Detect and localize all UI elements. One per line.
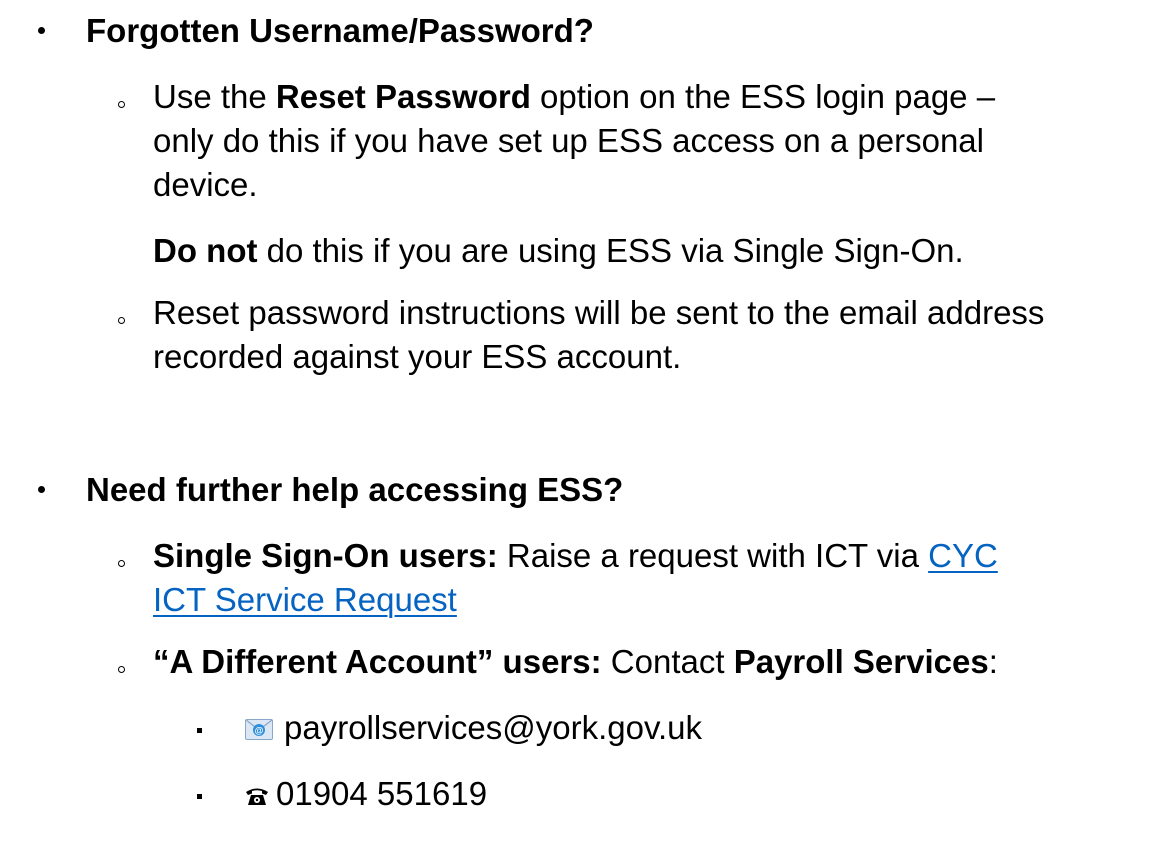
different-account-label: “A Different Account” users: — [153, 643, 602, 680]
bullet-dot — [38, 486, 45, 493]
bullet-square — [197, 794, 202, 799]
email-envelope-icon: @ — [245, 719, 273, 740]
telephone-icon — [246, 788, 268, 805]
sso-warning-note: Do not do this if you are using ESS via … — [153, 232, 964, 269]
section-heading-further-help: Need further help accessing ESS? — [86, 471, 624, 508]
payroll-phone: 01904 551619 — [276, 775, 488, 812]
reset-password-item-line1: Use the Reset Password option on the ESS… — [153, 78, 996, 115]
payroll-services-label: Payroll Services — [733, 643, 989, 680]
bullet-dot — [38, 27, 45, 34]
bullet-circle — [118, 317, 125, 324]
bullet-circle — [118, 101, 125, 108]
svg-text:@: @ — [255, 726, 264, 736]
reset-password-item-line2: only do this if you have set up ESS acce… — [153, 122, 984, 159]
sso-users-item-line1: Single Sign-On users: Raise a request wi… — [153, 537, 998, 574]
bullet-circle — [118, 560, 125, 567]
cyc-ict-service-request-link[interactable]: CYC — [928, 537, 998, 574]
reset-instructions-line2: recorded against your ESS account. — [153, 338, 682, 375]
bullet-square — [197, 728, 202, 733]
do-not-label: Do not — [153, 232, 258, 269]
sso-users-label: Single Sign-On users: — [153, 537, 498, 574]
reset-instructions-line1: Reset password instructions will be sent… — [153, 294, 1045, 331]
section-heading-forgotten: Forgotten Username/Password? — [86, 12, 594, 49]
payroll-email: payrollservices@york.gov.uk — [284, 709, 703, 746]
reset-password-label: Reset Password — [275, 78, 531, 115]
different-account-item: “A Different Account” users: Contact Pay… — [153, 643, 998, 680]
bullet-circle — [118, 666, 125, 673]
sso-users-item-line2: ICT Service Request — [153, 578, 457, 622]
cyc-ict-service-request-link-cont[interactable]: ICT Service Request — [153, 581, 457, 618]
reset-password-item-line3: device. — [153, 166, 258, 203]
